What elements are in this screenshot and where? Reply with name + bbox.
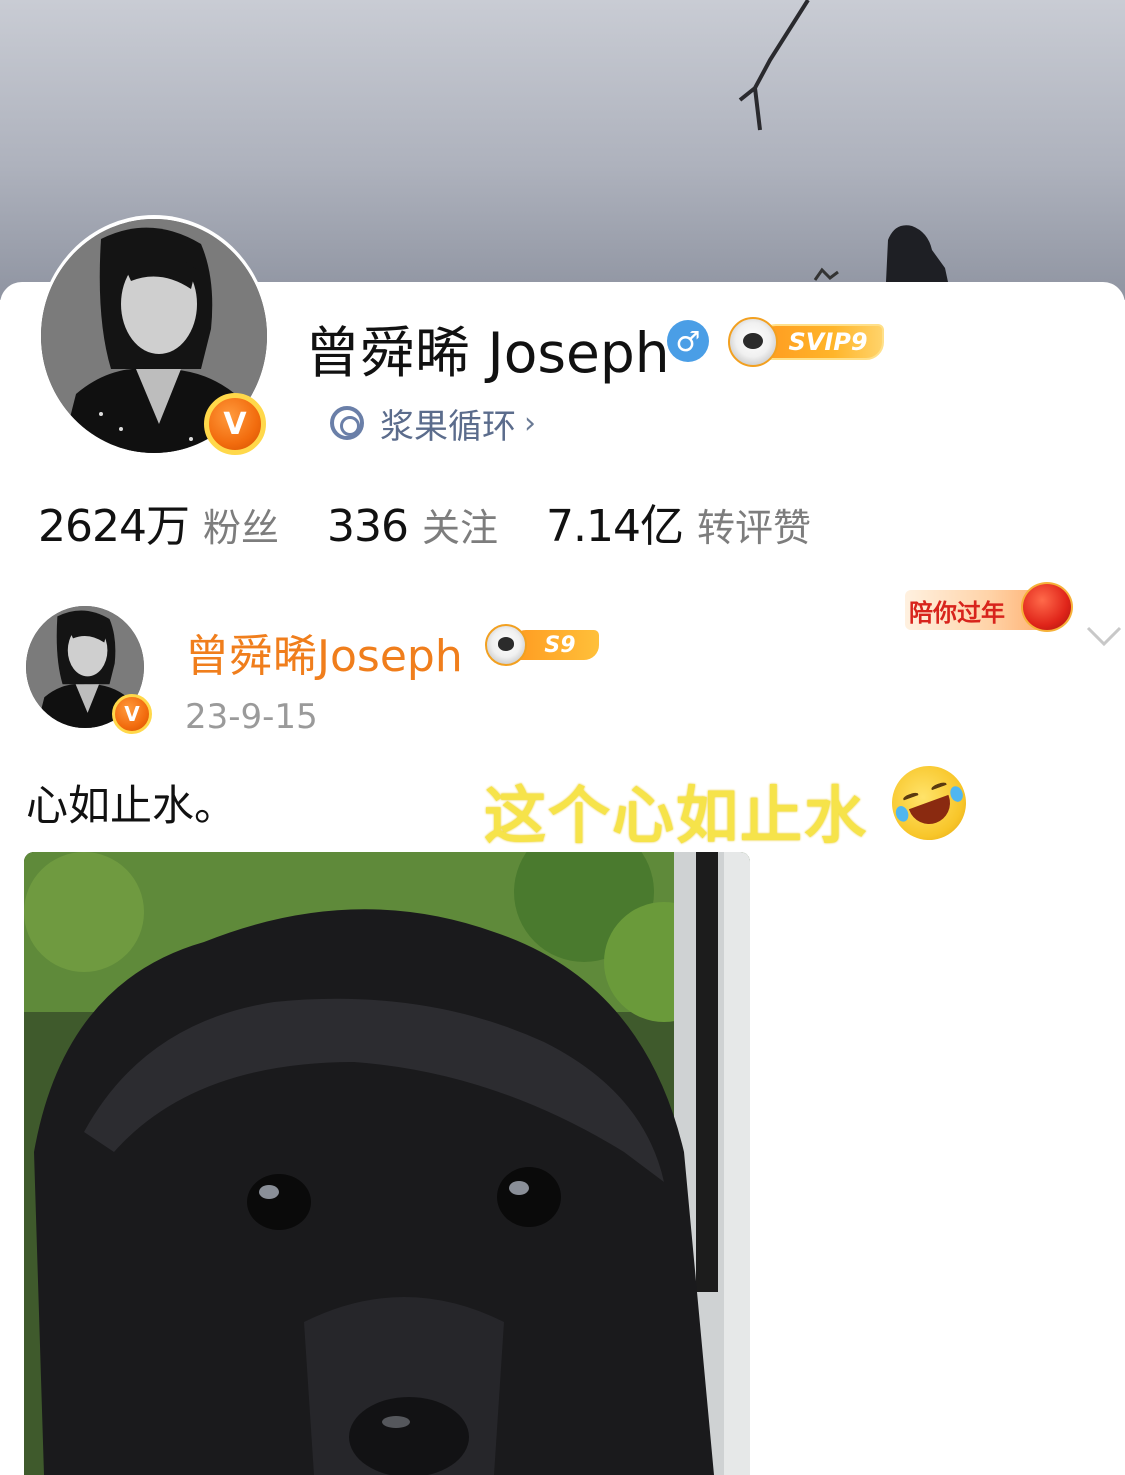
profile-avatar[interactable]: V (38, 215, 270, 457)
lantern-icon (1021, 582, 1073, 632)
chevron-right-icon: › (524, 405, 536, 441)
post-author-name[interactable]: 曾舜晞Joseph (185, 620, 463, 684)
stat-following[interactable]: 336 关注 (327, 497, 498, 552)
svip-badge[interactable]: SVIP9 (728, 315, 886, 367)
stat-label: 转评赞 (696, 506, 811, 550)
emoji-mouth (908, 794, 956, 830)
profile-name: 曾舜晞 Joseph (305, 321, 670, 385)
stat-value: 2624万 (38, 501, 190, 552)
post-image[interactable] (24, 852, 750, 1475)
profile-stats: 2624万 粉丝 336 关注 7.14亿 转评赞 (38, 490, 859, 552)
fan-circle-link[interactable]: 浆果循环 › (330, 400, 536, 447)
stat-followers[interactable]: 2624万 粉丝 (38, 490, 279, 554)
lollipop-spiral-icon (330, 406, 364, 440)
emoji-eye (902, 791, 920, 803)
level-badge[interactable]: S9 (485, 622, 600, 668)
post-text: 心如止水。 (26, 781, 237, 830)
stat-value: 7.14亿 (546, 501, 684, 552)
festival-badge[interactable]: 陪你过年 (905, 580, 1075, 638)
post-author-avatar[interactable]: V (26, 606, 152, 734)
verified-badge-icon: V (112, 694, 152, 734)
stat-value: 336 (327, 501, 409, 552)
male-icon: ♂ (667, 320, 709, 362)
emoji-tear (948, 784, 965, 804)
astronaut-icon (728, 317, 778, 367)
stat-label: 粉丝 (202, 506, 279, 550)
astronaut-icon (485, 624, 527, 666)
profile-page: V 曾舜晞 Joseph ♂ SVIP9 浆果循环 › 2624万 粉丝 336… (0, 0, 1125, 1475)
emoji-eye (930, 781, 948, 793)
chevron-down-icon[interactable] (1084, 618, 1124, 654)
fan-circle-name: 浆果循环 (380, 406, 516, 447)
stat-interactions[interactable]: 7.14亿 转评赞 (546, 490, 811, 554)
stat-label: 关注 (421, 506, 498, 550)
emoji-tear (893, 804, 911, 824)
overlay-caption: 这个心如止水 (484, 779, 869, 852)
verified-badge-icon: V (204, 393, 266, 455)
post-timestamp: 23-9-15 (185, 697, 318, 737)
